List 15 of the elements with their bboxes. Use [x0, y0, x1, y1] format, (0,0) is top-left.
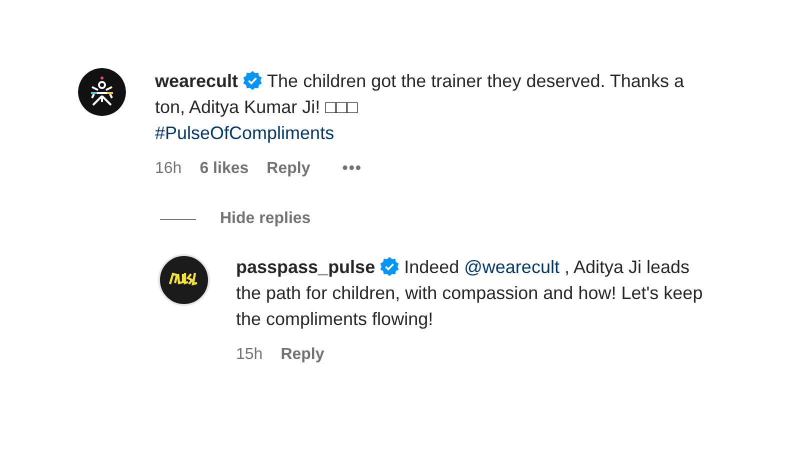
reply-button[interactable]: Reply — [266, 160, 310, 178]
avatar[interactable] — [158, 254, 210, 306]
reply-button[interactable]: Reply — [280, 346, 324, 364]
timestamp: 15h — [236, 346, 263, 364]
comment-text: passpass_pulse Indeed @wearecult , Aditya Ji leads the path for children, with compassion and how! Let's keep the compliments flowing! — [236, 256, 704, 331]
username[interactable]: passpass_pulse — [236, 257, 376, 277]
likes-count[interactable]: 6 likes — [200, 160, 249, 178]
username[interactable]: wearecult — [155, 71, 238, 91]
mention-link[interactable]: @wearecult — [464, 257, 560, 277]
comment-text: wearecult The children got the trainer they deserved. Thanks a ton, Aditya Kumar Ji! □□□ — [155, 70, 685, 119]
more-options[interactable]: ••• — [342, 160, 362, 178]
hashtag-link[interactable]: #PulseOfCompliments — [155, 123, 334, 143]
hide-replies-button[interactable]: Hide replies — [220, 210, 311, 228]
timestamp: 16h — [155, 160, 182, 178]
avatar[interactable] — [78, 68, 126, 116]
